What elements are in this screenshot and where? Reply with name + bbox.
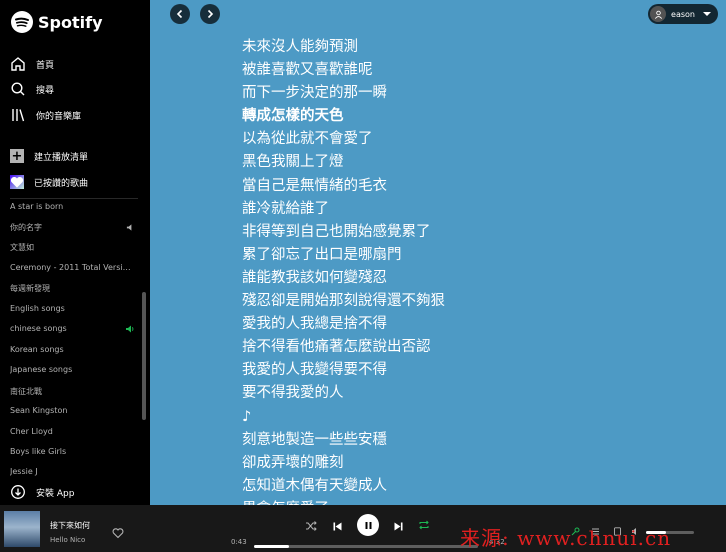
lyric-line[interactable]: 以為從此就不會愛了 [242, 128, 445, 151]
playlist-item[interactable]: 南征北戰 [10, 386, 135, 397]
spotify-logo-icon [11, 11, 33, 33]
create-playlist-label: 建立播放清單 [34, 152, 89, 163]
create-playlist-button[interactable]: + 建立播放清單 [10, 148, 89, 164]
playlist-item[interactable]: 你的名字 [10, 222, 135, 233]
nav-search[interactable]: 搜尋 [10, 81, 54, 97]
lyric-line[interactable]: 黑色我關上了燈 [242, 151, 445, 174]
nav-library[interactable]: 你的音樂庫 [10, 107, 81, 123]
playlist-item[interactable]: Boys like Girls [10, 447, 135, 456]
chevron-left-icon [176, 9, 183, 19]
lyric-line[interactable]: 累了卻忘了出口是哪扇門 [242, 244, 445, 267]
chevron-right-icon [207, 9, 214, 19]
nav-library-label: 你的音樂庫 [36, 111, 82, 122]
lyric-line[interactable]: 愛我的人我總是捨不得 [242, 313, 445, 336]
lyric-line[interactable]: 刻意地製造一些些安穩 [242, 429, 445, 452]
lyrics-list: 未來沒人能夠預測 被誰喜歡又喜歡誰呢 而下一步決定的那一瞬 轉成怎樣的天色 以為從此就不… [242, 36, 445, 505]
playlist-item[interactable]: English songs [10, 304, 135, 313]
home-icon [11, 57, 25, 71]
playlist-item[interactable]: 每週新發現 [10, 283, 135, 294]
shuffle-icon [306, 521, 317, 531]
caret-down-icon [703, 12, 711, 16]
previous-button[interactable] [330, 519, 344, 533]
sidebar-divider [10, 198, 138, 199]
pause-button[interactable] [357, 514, 379, 536]
skip-forward-icon [394, 522, 402, 530]
next-button[interactable] [391, 519, 405, 533]
shuffle-button[interactable] [304, 519, 318, 533]
speaker-icon [126, 224, 132, 231]
lyric-line[interactable]: 當自己是無情緒的毛衣 [242, 175, 445, 198]
lyric-line[interactable]: 非得等到自己也開始感覺累了 [242, 221, 445, 244]
now-playing-speaker-icon [126, 325, 134, 333]
album-cover[interactable] [4, 511, 40, 547]
progress-fill [254, 545, 290, 548]
sidebar-scrollbar[interactable] [142, 292, 146, 420]
lyric-line[interactable]: 卻成弄壞的雕刻 [242, 452, 445, 475]
track-artist[interactable]: Hello Nico [50, 536, 85, 544]
forward-button[interactable] [200, 4, 220, 24]
playlist-item[interactable]: Ceremony - 2011 Total Versi… [10, 263, 135, 272]
repeat-icon [419, 520, 429, 530]
user-icon [650, 6, 667, 22]
lyric-line[interactable]: 未來沒人能夠預測 [242, 36, 445, 59]
lyric-line-current[interactable]: 轉成怎樣的天色 [242, 105, 445, 128]
spotify-logo[interactable]: Spotify [10, 10, 103, 34]
plus-icon: + [10, 148, 24, 164]
lyric-line[interactable]: 界會怎麼愛了 [242, 498, 445, 505]
lyric-line[interactable]: 我愛的人我變得要不得 [242, 359, 445, 382]
library-icon [12, 109, 25, 122]
lyric-line[interactable]: 怎知道木偶有天變成人 [242, 475, 445, 498]
lyric-line[interactable]: 要不得我愛的人 [242, 382, 445, 405]
track-title[interactable]: 接下來如何 [50, 520, 90, 531]
playlist-item[interactable]: Sean Kingston [10, 406, 135, 415]
user-menu-button[interactable]: eason [648, 4, 718, 24]
elapsed-time: 0:43 [231, 538, 247, 546]
lyric-line[interactable]: 誰能教我該如何變殘忍 [242, 267, 445, 290]
install-app-button[interactable]: 安裝 App [10, 484, 74, 500]
skip-back-icon [333, 522, 341, 530]
liked-songs-label: 已按讚的歌曲 [34, 178, 89, 189]
progress-bar[interactable] [254, 545, 478, 548]
download-icon [11, 485, 25, 499]
pause-icon [365, 521, 371, 529]
search-icon [11, 82, 25, 96]
nav-home-label: 首頁 [36, 60, 55, 71]
lyric-line[interactable]: 捨不得看他痛著怎麼說出否認 [242, 336, 445, 359]
lyric-line[interactable]: 誰冷就給誰了 [242, 198, 445, 221]
source-watermark: 来源: www.chnui.cn [460, 526, 672, 550]
spotify-wordmark: Spotify [38, 12, 103, 32]
playlist-item-label: chinese songs [10, 324, 67, 333]
playlist-item[interactable]: Japanese songs [10, 365, 135, 374]
back-button[interactable] [170, 4, 190, 24]
playlist-item[interactable]: Korean songs [10, 345, 135, 354]
playlist-item[interactable]: Jessie J [10, 467, 135, 476]
heart-icon [10, 175, 24, 189]
username: eason [671, 9, 695, 19]
lyric-line[interactable]: 殘忍卻是開始那刻說得還不夠狠 [242, 290, 445, 313]
liked-songs-button[interactable]: 已按讚的歌曲 [10, 175, 88, 189]
repeat-button[interactable] [417, 518, 431, 532]
nav-search-label: 搜尋 [36, 85, 55, 96]
playlist-item[interactable]: A star is born [10, 202, 135, 211]
sidebar: Spotify 首頁 搜尋 你的音樂庫 + 建立播放清單 已按讚的歌曲 A st… [0, 0, 150, 505]
lyric-line[interactable]: 而下一步決定的那一瞬 [242, 82, 445, 105]
lyrics-view: eason 未來沒人能夠預測 被誰喜歡又喜歡誰呢 而下一步決定的那一瞬 轉成怎樣的天色… [150, 0, 726, 505]
playlist-item[interactable]: Cher Lloyd [10, 427, 135, 436]
playlist-item-playing[interactable]: chinese songs [10, 324, 135, 333]
playlist-item-label: 你的名字 [10, 223, 42, 232]
nav-home[interactable]: 首頁 [10, 56, 54, 72]
install-app-label: 安裝 App [36, 488, 75, 499]
lyric-line[interactable]: 被誰喜歡又喜歡誰呢 [242, 59, 445, 82]
heart-icon[interactable] [112, 527, 124, 539]
playlist-item[interactable]: 文慧如 [10, 242, 135, 253]
lyric-line[interactable]: ♪ [242, 406, 445, 429]
